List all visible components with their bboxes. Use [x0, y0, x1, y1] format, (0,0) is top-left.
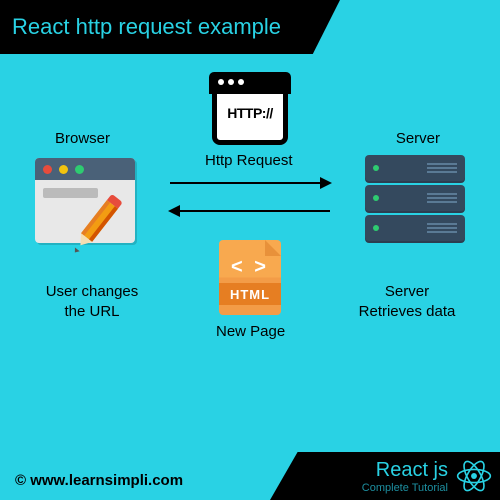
html-band: HTML [219, 283, 281, 305]
window-dot-yellow-icon [59, 165, 68, 174]
arrow-response-icon [170, 210, 330, 212]
html-brackets: < > [219, 256, 281, 279]
browser-label: Browser [55, 130, 110, 147]
html-file-icon: < > HTML [219, 240, 281, 315]
footer-brand-title: React js [362, 459, 448, 482]
footer-brand: React js Complete Tutorial [362, 459, 448, 494]
react-logo-icon [456, 458, 492, 494]
server-rack-layer [365, 185, 465, 211]
footer-copyright: © www.learnsimpli.com [15, 472, 183, 489]
newpage-label: New Page [216, 323, 285, 340]
http-box-dots [218, 79, 244, 85]
server-rack-layer [365, 215, 465, 241]
footer-brand-subtitle: Complete Tutorial [362, 482, 448, 494]
arrow-request-icon [170, 182, 330, 184]
window-dot-green-icon [75, 165, 84, 174]
footer-banner: React js Complete Tutorial [270, 452, 500, 500]
http-icon: HTTP:// [212, 75, 288, 145]
http-box-text: HTTP:// [212, 105, 288, 121]
server-retrieves-label: Server Retrieves data [352, 282, 462, 321]
window-dot-red-icon [43, 165, 52, 174]
html-page: < > HTML [219, 240, 281, 315]
server-icon [365, 155, 465, 245]
url-change-label: User changes the URL [42, 282, 142, 321]
header-banner: React http request example [0, 0, 340, 54]
page-title: React http request example [12, 14, 281, 40]
diagram-content: Browser Server HTTP:// Http Request User… [0, 70, 500, 450]
browser-titlebar [35, 158, 135, 180]
server-label: Server [396, 130, 440, 147]
server-rack-layer [365, 155, 465, 181]
http-request-label: Http Request [205, 152, 293, 169]
